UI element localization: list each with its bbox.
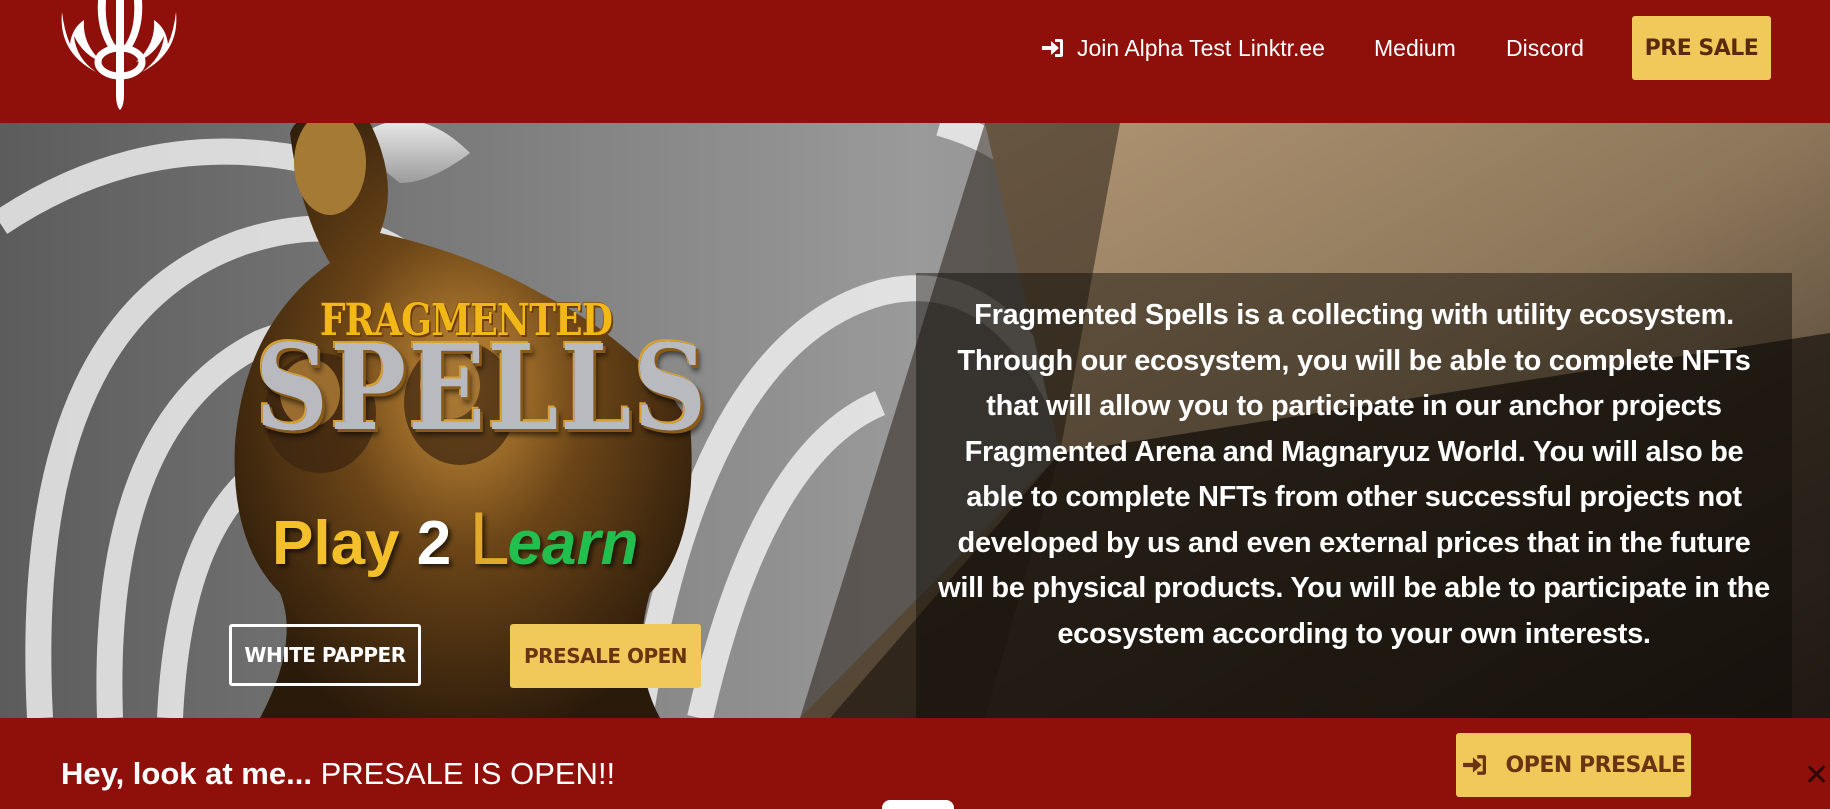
hero-section: FRAGMENTED SPELLS Play 2 Learn WHITE PAP…	[0, 123, 1830, 718]
nav-medium[interactable]: Medium	[1374, 33, 1456, 63]
description-panel: Fragmented Spells is a collecting with u…	[916, 273, 1792, 718]
banner-lead: Hey, look at me...	[61, 756, 312, 791]
close-icon[interactable]: ✕	[1804, 758, 1830, 794]
pre-sale-button[interactable]: PRE SALE	[1632, 16, 1771, 80]
site-header: Join Alpha Test Linktr.ee Medium Discord…	[0, 0, 1830, 123]
white-paper-button[interactable]: WHITE PAPPER	[229, 624, 421, 686]
open-presale-label: OPEN PRESALE	[1505, 752, 1686, 778]
tagline-earn: earn	[507, 509, 639, 578]
nav-discord[interactable]: Discord	[1506, 33, 1584, 63]
trident-wings-logo[interactable]	[58, 0, 180, 110]
presale-banner: Hey, look at me... PRESALE IS OPEN!! OPE…	[0, 718, 1830, 809]
sign-in-icon	[1042, 39, 1063, 57]
project-description: Fragmented Spells is a collecting with u…	[938, 299, 1770, 650]
sign-in-icon	[1462, 755, 1486, 775]
nav-linktree[interactable]: Linktr.ee	[1238, 33, 1325, 63]
cookie-consent-tab[interactable]	[882, 800, 954, 809]
tagline-two: 2	[416, 509, 452, 578]
nav-join-alpha-test[interactable]: Join Alpha Test	[1041, 33, 1231, 63]
banner-presale-text: PRESALE IS OPEN!!	[311, 756, 616, 791]
presale-open-button[interactable]: PRESALE OPEN	[510, 624, 701, 688]
play-2-learn-tagline: Play 2 Learn	[272, 505, 638, 579]
nav-join-alpha-test-label: Join Alpha Test	[1077, 35, 1232, 61]
tagline-play: Play	[272, 509, 400, 578]
logo-spells-text: SPELLS	[255, 318, 709, 457]
banner-message: Hey, look at me... PRESALE IS OPEN!!	[61, 754, 615, 794]
tagline-l: L	[468, 499, 508, 581]
open-presale-button[interactable]: OPEN PRESALE	[1456, 733, 1691, 797]
